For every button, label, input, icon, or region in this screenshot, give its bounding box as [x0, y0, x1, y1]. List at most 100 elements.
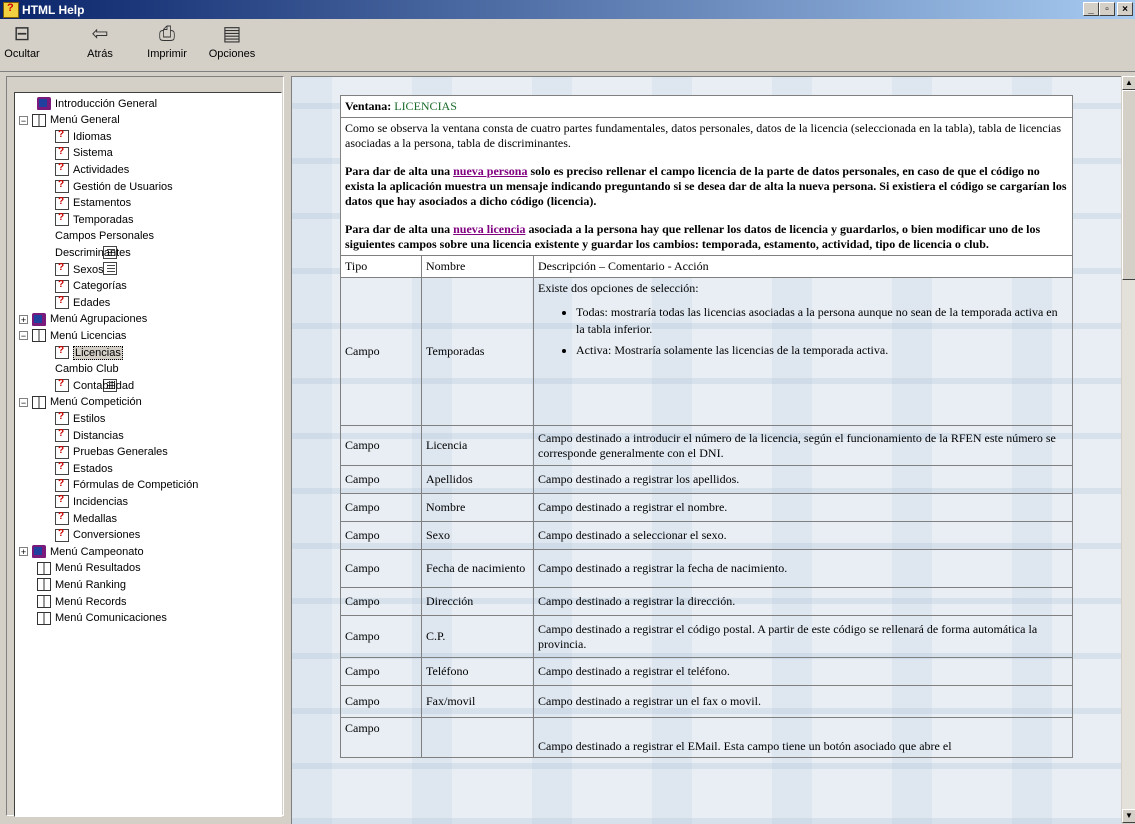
help-page-icon: [55, 279, 69, 293]
tree-item[interactable]: Temporadas: [55, 211, 134, 228]
cell-descripcion: Campo destinado a registrar el nombre.: [533, 493, 1073, 522]
restore-button[interactable]: ▫: [1099, 2, 1115, 16]
hide-label: Ocultar: [4, 48, 40, 60]
vertical-scrollbar[interactable]: ▲ ▼: [1121, 76, 1135, 823]
document-page-icon: [103, 262, 117, 276]
topic-content: Ventana: LICENCIAS Como se observa la ve…: [291, 76, 1122, 824]
table-header-row: Tipo Nombre Descripción – Comentario - A…: [340, 255, 1073, 278]
tree-item[interactable]: Pruebas Generales: [55, 444, 168, 461]
tree-item[interactable]: Estilos: [55, 410, 105, 427]
nueva-licencia-link[interactable]: nueva licencia: [453, 222, 525, 236]
cell-tipo: Campo: [340, 657, 422, 686]
heading-label: Ventana:: [345, 99, 392, 113]
collapse-icon[interactable]: −: [19, 397, 28, 407]
print-label: Imprimir: [147, 48, 187, 60]
help-page-icon: [55, 478, 69, 492]
nueva-persona-link[interactable]: nueva persona: [453, 164, 527, 178]
tree-item[interactable]: Menú Records: [37, 593, 127, 610]
tree-item-label: Menú Resultados: [55, 562, 141, 575]
tree-item[interactable]: Sistema: [55, 145, 113, 162]
cell-nombre: [421, 717, 534, 758]
back-button[interactable]: ⇦ Atrás: [80, 23, 120, 60]
scroll-down-arrow-icon[interactable]: ▼: [1122, 809, 1135, 823]
cell-nombre: Sexo: [421, 521, 534, 550]
tree-item[interactable]: Gestión de Usuarios: [55, 178, 173, 195]
tree-item-label: Menú Agrupaciones: [50, 313, 148, 326]
collapse-icon[interactable]: −: [19, 115, 28, 125]
tree-item-label: Actividades: [73, 163, 130, 176]
tree-item-label: Menú Campeonato: [50, 545, 144, 558]
tree-item[interactable]: Estamentos: [55, 195, 131, 212]
options-icon: ▤: [222, 23, 242, 45]
help-page-icon: [55, 411, 69, 426]
tree-item[interactable]: Estados: [55, 460, 113, 477]
cell-descripcion: Campo destinado a seleccionar el sexo.: [533, 521, 1073, 550]
hide-button[interactable]: ⊟ Ocultar: [2, 23, 42, 60]
tree-item-label: Categorías: [73, 280, 127, 293]
help-page-icon: [55, 511, 69, 525]
tree-item[interactable]: + Menú Campeonato: [19, 543, 144, 560]
scroll-thumb[interactable]: [1122, 90, 1135, 280]
help-page-icon: [55, 162, 69, 177]
cell-nombre: C.P.: [421, 615, 534, 658]
title-bar: ? HTML Help _ ▫ ×: [0, 0, 1135, 19]
expand-icon[interactable]: +: [19, 314, 28, 324]
tree-item[interactable]: Incidencias: [55, 493, 128, 510]
tree-item[interactable]: Menú Comunicaciones: [37, 610, 167, 627]
tree-item[interactable]: Descriminantes: [55, 244, 131, 276]
scroll-up-arrow-icon[interactable]: ▲: [1122, 76, 1135, 90]
cell-nombre: Licencia: [421, 425, 534, 466]
table-row: Campo Teléfono Campo destinado a registrar…: [340, 657, 1073, 686]
tree-item[interactable]: Fórmulas de Competición: [55, 477, 198, 494]
table-row: Campo Temporadas Existe dos opciones de se…: [340, 277, 1073, 426]
help-page-icon: [55, 262, 69, 276]
cell-tipo: Campo: [340, 685, 422, 718]
tree-item-label: Menú Ranking: [55, 578, 126, 591]
expand-icon[interactable]: +: [19, 547, 28, 557]
tree-item-label: Pruebas Generales: [73, 446, 168, 459]
tree-item[interactable]: Idiomas: [55, 128, 112, 145]
minimize-button[interactable]: _: [1083, 2, 1099, 16]
tree-item[interactable]: Menú Resultados: [37, 560, 141, 577]
help-page-icon: [55, 528, 69, 542]
close-button[interactable]: ×: [1117, 2, 1133, 16]
tree-item[interactable]: Conversiones: [55, 527, 140, 544]
tree-item[interactable]: Categorías: [55, 278, 127, 295]
options-button[interactable]: ▤ Opciones: [204, 23, 260, 60]
tree-item-label: Distancias: [73, 429, 124, 442]
tree-item[interactable]: Menú Ranking: [37, 576, 126, 593]
tree-item-label: Sexos: [73, 263, 104, 276]
tree-item[interactable]: Licencias: [55, 344, 123, 361]
tree-item[interactable]: Contabilidad: [55, 377, 134, 394]
table-row: Campo Campo destinado a registrar el EMai…: [340, 717, 1073, 758]
tree-item[interactable]: Edades: [55, 294, 110, 311]
tree-item[interactable]: − Menú General: [19, 112, 120, 129]
heading-value: LICENCIAS: [394, 99, 457, 113]
tree-item[interactable]: + Menú Agrupaciones: [19, 311, 147, 328]
tree-item[interactable]: Distancias: [55, 427, 124, 444]
print-button[interactable]: ⎙ Imprimir: [140, 23, 194, 60]
contents-tree[interactable]: Introducción General − Menú General Idiomas…: [14, 92, 282, 817]
intro2-text-a: Para dar de alta una: [345, 164, 454, 178]
tree-item-label: Fórmulas de Competición: [73, 479, 199, 492]
tree-item[interactable]: Sexos: [55, 261, 104, 278]
open-book-icon: [37, 578, 51, 592]
cell-descripcion: Campo destinado a registrar el código po…: [533, 615, 1073, 658]
tree-item[interactable]: − Menú Competición: [19, 394, 142, 411]
tree-item-label: Introducción General: [55, 97, 158, 110]
window-title: HTML Help: [22, 2, 85, 17]
tree-item-label: Conversiones: [73, 529, 141, 542]
tree-item[interactable]: Cambio Club: [55, 361, 119, 392]
tree-item[interactable]: Introducción General: [37, 95, 157, 112]
tree-item[interactable]: − Menú Licencias: [19, 327, 126, 344]
tree-item[interactable]: Actividades: [55, 161, 129, 178]
cell-nombre: Dirección: [421, 587, 534, 616]
window-controls: _ ▫ ×: [1083, 2, 1133, 16]
cell-tipo: Campo: [340, 717, 422, 758]
help-page-icon: [55, 494, 69, 509]
help-page-icon: [55, 146, 69, 160]
tree-item[interactable]: Medallas: [55, 510, 117, 527]
cell-descripcion: Campo destinado a registrar un el fax o …: [533, 685, 1073, 718]
tree-item[interactable]: Campos Personales: [55, 228, 154, 259]
collapse-icon[interactable]: −: [19, 331, 28, 341]
